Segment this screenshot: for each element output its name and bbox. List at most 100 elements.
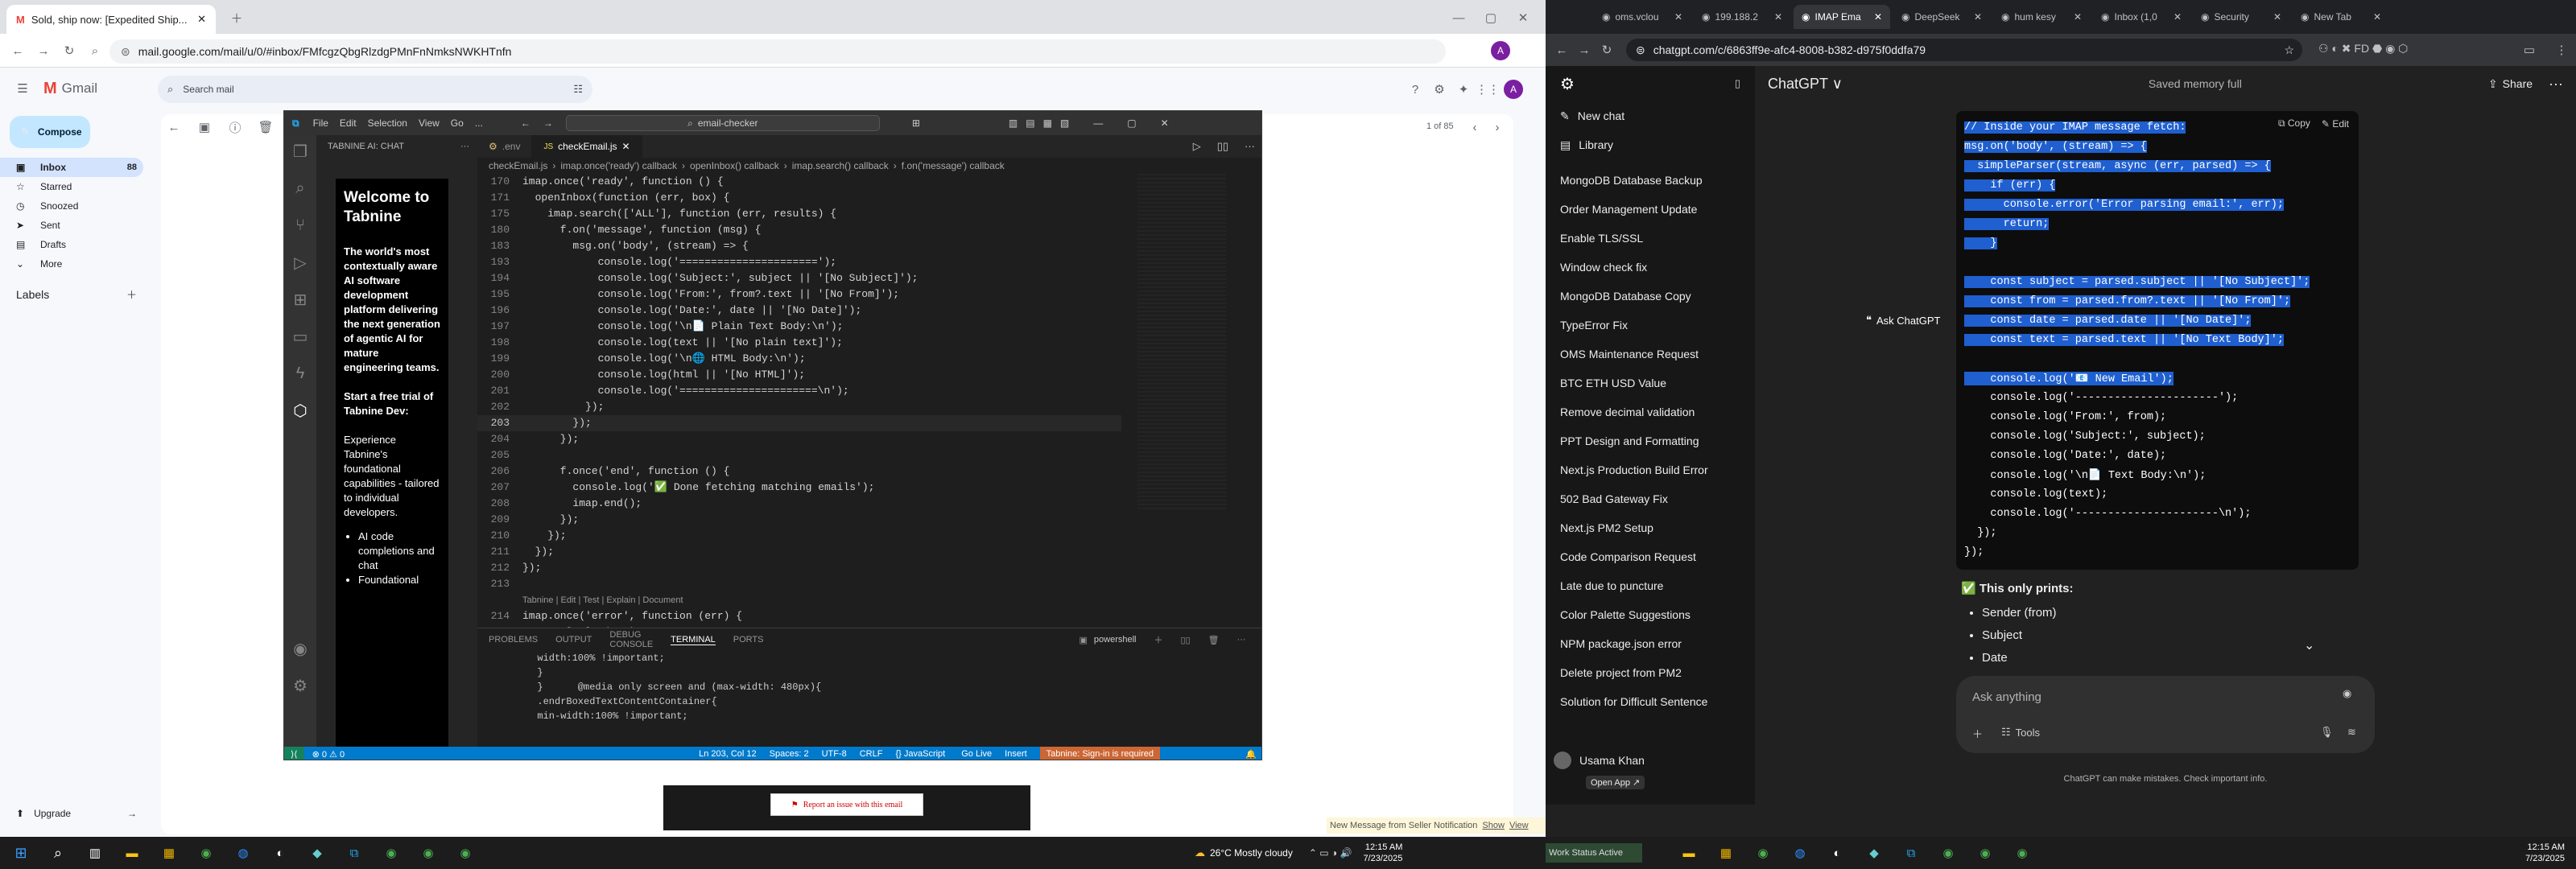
browser-tab[interactable]: ◉ hum kesy ✕ [1993,5,2090,29]
file-explorer-icon[interactable]: ▬ [1679,843,1699,863]
bookmark-star-icon[interactable]: ☆ [2284,43,2302,57]
archive-icon[interactable]: ▣ [195,117,214,137]
ask-chatgpt-popup[interactable]: ❝ Ask ChatGPT [1863,312,1944,328]
split-editor-icon[interactable]: ▯▯ [1209,135,1236,158]
code-line[interactable]: if (err) { [1956,175,2359,195]
next-email-icon[interactable]: › [1488,117,1507,137]
compose-button[interactable]: ✎ Compose [10,116,90,148]
code-line[interactable]: const date = parsed.date || '[No Date]'; [1956,311,2359,330]
chat-history-item[interactable]: BTC ETH USD Value [1546,369,1755,397]
clock-time[interactable]: 12:15 AM [1363,842,1402,853]
panel-toggle-icon[interactable]: ▤ [1026,117,1034,129]
scroll-down-icon[interactable]: ⌄ [2304,637,2314,653]
extension-icons[interactable]: ⚇ ◐ ✖ FD ⬣ ◉ ⬡ [2318,42,2408,56]
close-tab-icon[interactable]: ✕ [1974,11,1982,23]
chat-history-item[interactable]: Delete project from PM2 [1546,658,1755,687]
url-bar[interactable]: ⊜ chatgpt.com/c/6863ff9e-afc4-8008-b382-… [1626,39,2302,61]
main-menu-icon[interactable]: ☰ [13,79,32,98]
chat-history-item[interactable]: 502 Bad Gateway Fix [1546,484,1755,513]
code-line[interactable]: 197 console.log('\n📄 Plain Text Body:\n'… [477,319,1121,335]
code-line[interactable]: 195 console.log('From:', from?.text || '… [477,286,1121,303]
language-status[interactable]: {} JavaScript [895,749,945,759]
browser-tab[interactable]: ◉ IMAP Ema ✕ [1794,5,1890,29]
windows-start-icon[interactable]: ⊞ [11,843,31,863]
new-tab-icon[interactable]: ＋ [227,8,246,27]
apps-grid-icon[interactable]: ⋮⋮ [1476,80,1500,99]
model-selector[interactable]: ChatGPT ∨ [1768,76,1843,93]
chat-history-item[interactable]: PPT Design and Formatting [1546,426,1755,455]
new-chat-button[interactable]: ✎ New chat [1546,101,1755,130]
forward-icon[interactable]: → [1575,40,1594,60]
chat-history-item[interactable]: MongoDB Database Backup [1546,166,1755,195]
upgrade-button[interactable]: ⬆ Upgrade → [16,808,137,819]
toggle-sidebar-icon[interactable]: ▯ [1735,77,1740,90]
close-tab-icon[interactable]: ✕ [2174,11,2182,23]
search-icon[interactable]: ⌕ [48,843,68,863]
code-line[interactable]: 193 console.log('======================'… [477,254,1121,270]
run-icon[interactable]: ▷ [1185,135,1209,158]
terminal-output[interactable]: width:100% !important; } } @media only s… [477,651,1261,723]
vs-close-icon[interactable]: ✕ [1161,117,1169,129]
code-line[interactable]: } [1956,233,2359,253]
thunder-icon[interactable]: ϟ [291,364,310,383]
back-to-inbox-icon[interactable]: ← [164,117,184,137]
close-tab-icon[interactable]: ✕ [2273,11,2281,23]
zoom-icon[interactable]: ◍ [233,843,253,863]
browser-tab[interactable]: ◉ Inbox (1,0 ✕ [2093,5,2190,29]
chat-history-item[interactable]: OMS Maintenance Request [1546,340,1755,369]
url-bar[interactable]: ⊜ mail.google.com/mail/u/0/#inbox/FMfcgz… [109,39,1446,64]
chatgpt-logo-icon[interactable]: ⚙ [1560,74,1575,94]
code-line[interactable]: const subject = parsed.subject || '[No S… [1956,272,2359,291]
gemini-icon[interactable]: ✦ [1454,80,1473,99]
audio-wave-icon[interactable]: ≋ [2347,726,2356,739]
panel-tab-ports[interactable]: PORTS [733,635,764,645]
code-line[interactable]: 170 imap.once('ready', function () { [477,174,1121,190]
tab-env[interactable]: ⚙ .env [477,135,533,158]
forward-icon[interactable]: → [34,41,53,60]
close-tab-icon[interactable]: ✕ [197,13,206,26]
help-icon[interactable]: ? [1406,80,1425,99]
notifications-bell-icon[interactable]: 🔔 [1245,749,1261,760]
remote-explorer-icon[interactable]: ▭ [291,327,310,346]
go-live-status[interactable]: Go Live [961,749,992,759]
app-icon-2[interactable]: ◆ [1864,843,1884,863]
chat-history-item[interactable]: Solution for Difficult Sentence [1546,687,1755,716]
chat-history-item[interactable]: Window check fix [1546,253,1755,282]
tab-search-icon[interactable]: ⌕ [85,41,105,60]
close-tab-icon[interactable]: ✕ [1874,11,1882,23]
code-line[interactable]: 214 imap.once('error', function (err) { [477,608,1121,624]
menu-go[interactable]: Go [445,117,469,129]
panel-tab-debug[interactable]: DEBUG CONSOLE [609,630,653,649]
search-icon[interactable]: ⌕ [291,179,310,198]
indent-status[interactable]: Spaces: 2 [770,749,809,759]
code-line[interactable]: console.log('Subject:', subject); [1956,426,2359,446]
sidebar-toggle-icon[interactable]: ▦ [1043,117,1052,129]
code-line[interactable]: console.log('From:', from); [1956,407,2359,426]
code-line[interactable]: 210 }); [477,528,1121,544]
open-app-tooltip[interactable]: Open App ↗ [1586,776,1645,789]
code-line[interactable]: console.log('Date:', date); [1956,446,2359,465]
close-window-icon[interactable]: ✕ [1513,8,1533,27]
maximize-icon[interactable]: ▢ [1481,8,1501,27]
browser-tab[interactable]: ◉ New Tab ✕ [2293,5,2389,29]
code-line[interactable]: 199 console.log('\n🌐 HTML Body:\n'); [477,351,1121,367]
code-line[interactable]: console.log('\n📄 Text Body:\n'); [1956,465,2359,484]
chrome-profile-icon[interactable]: ◉ [1938,843,1958,863]
chat-input[interactable]: Ask anything [1972,690,2041,704]
code-line[interactable]: 211 }); [477,544,1121,560]
panel-tab-terminal[interactable]: TERMINAL [671,635,716,645]
clock-date[interactable]: 7/23/2025 [2525,853,2565,864]
code-line[interactable]: 209 }); [477,512,1121,528]
code-line[interactable]: 194 console.log('Subject:', subject || '… [477,270,1121,286]
code-line[interactable]: console.log(text); [1956,484,2359,504]
kill-terminal-icon[interactable]: 🗑 [1208,635,1220,645]
delete-icon[interactable]: 🗑 [256,117,275,137]
close-tab-icon[interactable]: ✕ [621,141,630,152]
reload-icon[interactable]: ↻ [1597,40,1616,60]
file-explorer-icon[interactable]: ▬ [122,843,142,863]
chat-history-item[interactable]: Next.js PM2 Setup [1546,513,1755,542]
chrome-icon[interactable]: ◉ [196,843,216,863]
clock-date[interactable]: 7/23/2025 [1363,853,1402,864]
task-view-icon[interactable]: ▥ [85,843,105,863]
voice-mode-icon[interactable]: ◉ [2343,687,2351,700]
